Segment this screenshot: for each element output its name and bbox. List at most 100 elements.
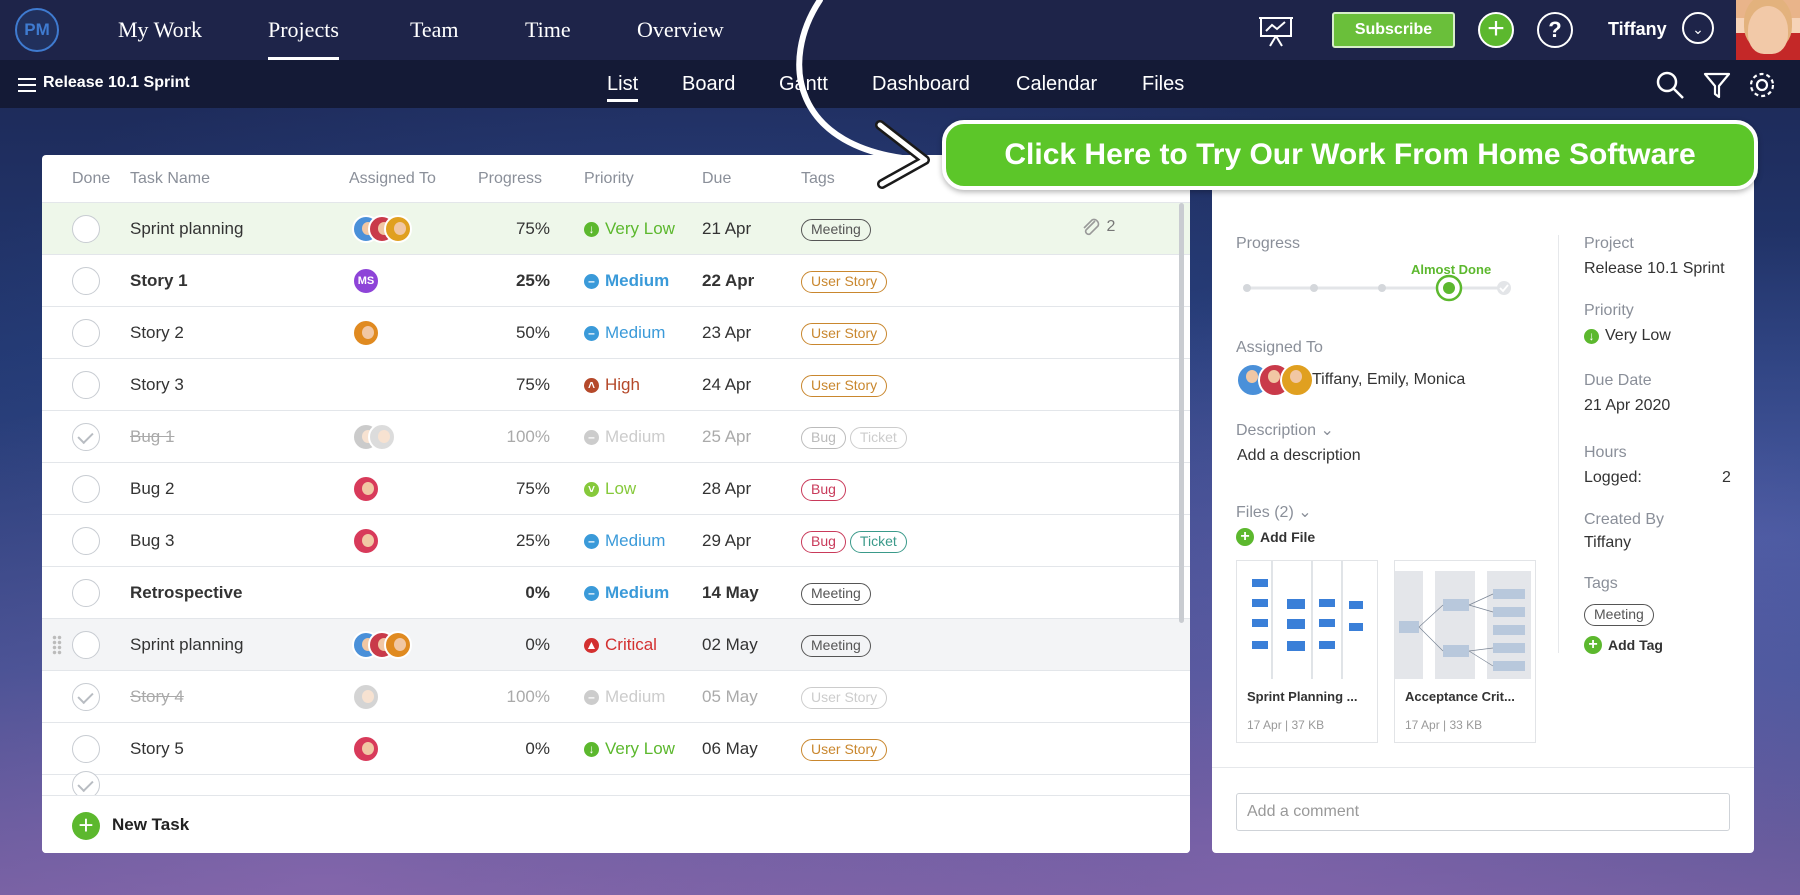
task-due[interactable]: 05 May — [702, 671, 758, 723]
attachment-count[interactable]: 2 — [1080, 217, 1115, 237]
filter-icon[interactable] — [1702, 70, 1732, 100]
col-header-progress[interactable]: Progress — [478, 155, 542, 203]
task-name[interactable]: Sprint planning — [130, 203, 243, 255]
task-due[interactable]: 02 May — [702, 619, 758, 671]
task-due[interactable]: 23 Apr — [702, 307, 751, 359]
file-card[interactable]: Acceptance Crit... 17 Apr | 33 KB — [1394, 560, 1536, 743]
task-priority[interactable]: ↓ Very Low — [584, 203, 675, 255]
table-row[interactable]: Story 2 50% – Medium 23 Apr User Story — [42, 306, 1190, 358]
drag-handle-icon[interactable] — [52, 635, 62, 655]
assigned-names[interactable]: Tiffany, Emily, Monica — [1312, 371, 1465, 389]
task-due[interactable]: 21 Apr — [702, 203, 751, 255]
col-header-due[interactable]: Due — [702, 155, 731, 203]
table-row[interactable]: Sprint planning 0% ▲ Critical 02 May Mee… — [42, 618, 1190, 670]
done-checkbox[interactable] — [72, 475, 100, 503]
assignee-avatars[interactable]: MS — [352, 267, 380, 295]
scrollbar[interactable] — [1179, 203, 1184, 623]
nav-projects[interactable]: Projects — [268, 0, 339, 60]
task-priority[interactable]: ˅ Low — [584, 463, 636, 515]
task-name[interactable]: Story 1 — [130, 255, 188, 307]
task-name[interactable]: Bug 3 — [130, 515, 174, 567]
col-header-done[interactable]: Done — [72, 155, 110, 203]
task-due[interactable]: 14 May — [702, 567, 759, 619]
done-checkbox[interactable] — [72, 579, 100, 607]
task-due[interactable]: 22 Apr — [702, 255, 754, 307]
tag-user-story[interactable]: User Story — [801, 738, 888, 761]
tag-meeting[interactable]: Meeting — [801, 634, 871, 657]
presentation-icon[interactable] — [1258, 12, 1294, 48]
assignee-avatars[interactable] — [1236, 363, 1314, 397]
tag-user-story[interactable]: User Story — [801, 686, 888, 709]
task-due[interactable]: 24 Apr — [702, 359, 751, 411]
done-checkbox[interactable] — [72, 319, 100, 347]
done-checkbox[interactable] — [72, 215, 100, 243]
tag-bug[interactable]: Bug — [801, 530, 846, 553]
tag-user-story[interactable]: User Story — [801, 322, 888, 345]
task-tags[interactable]: User Story — [801, 723, 891, 775]
username[interactable]: Tiffany — [1608, 0, 1667, 58]
search-icon[interactable] — [1655, 70, 1685, 100]
col-header-task-name[interactable]: Task Name — [130, 155, 210, 203]
user-avatar[interactable] — [1736, 0, 1800, 60]
table-row[interactable]: Bug 1 100% – Medium 25 Apr Bug Ticket — [42, 410, 1190, 462]
table-row[interactable]: Story 4 100% – Medium 05 May User Story — [42, 670, 1190, 722]
task-tags[interactable]: User Story — [801, 255, 891, 307]
add-file-button[interactable]: + Add File — [1236, 528, 1315, 546]
files-label[interactable]: Files (2) ⌄ — [1236, 502, 1312, 522]
done-checkbox[interactable] — [72, 371, 100, 399]
progress-stepper[interactable] — [1242, 273, 1512, 303]
done-checkbox[interactable] — [72, 527, 100, 555]
tab-list[interactable]: List — [607, 60, 639, 108]
task-tags[interactable]: Bug Ticket — [801, 411, 911, 463]
plus-icon[interactable]: + — [72, 812, 100, 840]
table-row[interactable]: Bug 2 75% ˅ Low 28 Apr Bug — [42, 462, 1190, 514]
tag-ticket[interactable]: Ticket — [849, 530, 907, 553]
task-priority[interactable]: – Medium — [584, 411, 665, 463]
task-priority[interactable]: – Medium — [584, 567, 669, 619]
nav-overview[interactable]: Overview — [637, 0, 724, 60]
tab-calendar[interactable]: Calendar — [1016, 60, 1097, 108]
chevron-down-icon[interactable]: ⌄ — [1682, 12, 1714, 44]
tab-board[interactable]: Board — [682, 60, 735, 108]
help-icon[interactable]: ? — [1537, 12, 1573, 48]
task-name[interactable]: Retrospective — [130, 567, 242, 619]
comment-input[interactable]: Add a comment — [1236, 793, 1730, 831]
task-tags[interactable]: Meeting — [801, 203, 875, 255]
description-label[interactable]: Description ⌄ — [1236, 420, 1334, 440]
table-row[interactable]: Story 3 75% ˄ High 24 Apr User Story — [42, 358, 1190, 410]
task-priority[interactable]: ˄ High — [584, 359, 640, 411]
task-priority[interactable]: ↓ Very Low — [584, 723, 675, 775]
task-due[interactable]: 28 Apr — [702, 463, 751, 515]
task-tags[interactable]: User Story — [801, 671, 891, 723]
tag-user-story[interactable]: User Story — [801, 374, 888, 397]
task-name[interactable]: Story 4 — [130, 671, 184, 723]
project-value[interactable]: Release 10.1 Sprint — [1584, 260, 1725, 278]
cta-banner-button[interactable]: Click Here to Try Our Work From Home Sof… — [942, 120, 1758, 190]
col-header-assigned[interactable]: Assigned To — [349, 155, 436, 203]
task-priority[interactable]: – Medium — [584, 671, 665, 723]
task-priority[interactable]: – Medium — [584, 255, 669, 307]
task-name[interactable]: Bug 2 — [130, 463, 174, 515]
task-tags[interactable]: Meeting — [801, 619, 875, 671]
task-name[interactable]: Story 5 — [130, 723, 184, 775]
add-tag-button[interactable]: + Add Tag — [1584, 636, 1663, 654]
table-row[interactable]: Retrospective 0% – Medium 14 May Meeting — [42, 566, 1190, 618]
tag-meeting[interactable]: Meeting — [801, 218, 871, 241]
nav-my-work[interactable]: My Work — [118, 0, 202, 60]
assignee-avatars[interactable] — [352, 475, 380, 503]
task-tags[interactable]: User Story — [801, 307, 891, 359]
assignee-avatars[interactable] — [352, 631, 412, 659]
table-row[interactable]: Bug 3 25% – Medium 29 Apr Bug Ticket — [42, 514, 1190, 566]
priority-value[interactable]: ↓ Very Low — [1584, 327, 1671, 345]
assignee-avatars[interactable] — [352, 423, 396, 451]
tab-files[interactable]: Files — [1142, 60, 1184, 108]
tag-meeting[interactable]: Meeting — [1584, 604, 1654, 626]
nav-team[interactable]: Team — [410, 0, 459, 60]
col-header-priority[interactable]: Priority — [584, 155, 634, 203]
file-card[interactable]: Sprint Planning ... 17 Apr | 37 KB — [1236, 560, 1378, 743]
detail-tags[interactable]: Meeting — [1584, 604, 1658, 626]
task-name[interactable]: Story 2 — [130, 307, 184, 359]
assignee-avatars[interactable] — [352, 735, 380, 763]
done-checkbox[interactable] — [72, 631, 100, 659]
due-date-value[interactable]: 21 Apr 2020 — [1584, 397, 1670, 415]
